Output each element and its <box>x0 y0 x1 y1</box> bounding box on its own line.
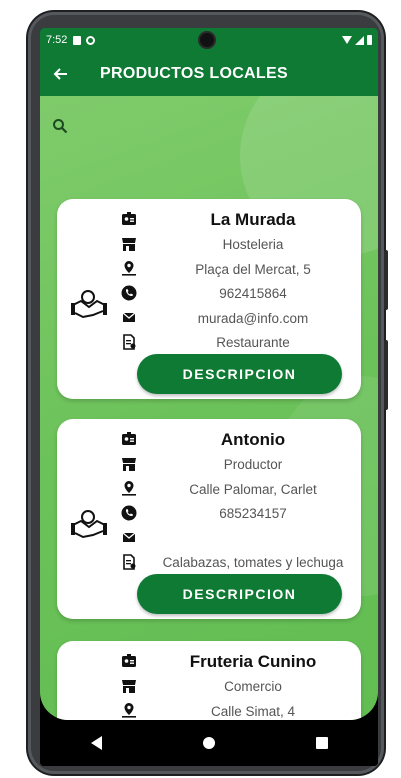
producer-address: Plaça del Mercat, 5 <box>195 261 311 277</box>
info-icons <box>121 431 139 578</box>
battery-icon <box>367 35 372 45</box>
producer-name: Antonio <box>220 430 286 449</box>
producer-phone: 962415864 <box>219 286 287 301</box>
handshake-money-icon <box>71 290 107 319</box>
producer-address: Calle Palomar, Carlet <box>189 481 317 497</box>
store-icon <box>122 679 136 693</box>
email-icon <box>122 312 136 322</box>
product-list[interactable]: La Murada Hosteleria Plaça del Mercat, 5… <box>40 96 378 720</box>
handshake-money-icon <box>71 510 107 539</box>
producer-type: Productor <box>223 457 283 472</box>
location-pin-icon <box>122 481 136 496</box>
info-icons <box>121 653 139 720</box>
document-icon <box>123 333 136 350</box>
producer-email <box>153 527 353 552</box>
store-icon <box>122 457 136 471</box>
producer-address: Calle Simat, 4 <box>210 703 296 719</box>
producer-type: Hosteleria <box>222 237 284 252</box>
producer-card: Antonio Productor Calle Palomar, Carlet … <box>57 419 361 619</box>
search-icon[interactable] <box>52 118 68 134</box>
signal-icon <box>355 35 364 45</box>
navigation-bar <box>40 720 378 766</box>
id-card-icon <box>122 212 136 225</box>
page-title: PRODUCTOS LOCALES <box>100 65 288 82</box>
nav-recents-icon[interactable] <box>315 737 328 749</box>
email-icon <box>122 532 136 542</box>
producer-products: Restaurante <box>216 335 290 350</box>
status-time: 7:52 <box>46 34 68 46</box>
phone-icon <box>121 505 137 520</box>
status-indicators <box>342 35 372 45</box>
nav-home-icon[interactable] <box>202 737 215 749</box>
back-arrow-icon[interactable] <box>40 52 80 96</box>
nav-back-icon[interactable] <box>90 736 102 750</box>
sd-card-icon <box>73 35 82 45</box>
phone-icon <box>121 285 137 300</box>
producer-info: La Murada Hosteleria Plaça del Mercat, 5… <box>153 207 353 356</box>
producer-email: murada@info.com <box>197 310 309 326</box>
description-button[interactable]: DESCRIPCION <box>137 574 342 614</box>
document-icon <box>123 553 136 570</box>
producer-name: La Murada <box>210 210 296 229</box>
camera-notch <box>200 33 214 47</box>
producer-name: Fruteria Cunino <box>189 652 317 671</box>
description-button[interactable]: DESCRIPCION <box>137 354 342 394</box>
app-bar: PRODUCTOS LOCALES <box>40 52 378 96</box>
producer-info: Fruteria Cunino Comercio Calle Simat, 4 … <box>153 649 353 720</box>
volume-button <box>384 250 388 310</box>
screen: 7:52 PRODUCTOS LOCALES La Murada Hostele… <box>40 28 378 766</box>
power-button <box>384 340 388 410</box>
id-card-icon <box>122 654 136 667</box>
info-icons <box>121 211 139 358</box>
producer-card: Fruteria Cunino Comercio Calle Simat, 4 … <box>57 641 361 720</box>
producer-type: Comercio <box>224 679 282 694</box>
location-pin-icon <box>122 703 136 718</box>
producer-info: Antonio Productor Calle Palomar, Carlet … <box>153 427 353 576</box>
producer-products: Calabazas, tomates y lechuga <box>162 555 344 570</box>
location-pin-icon <box>122 261 136 276</box>
store-icon <box>122 237 136 251</box>
producer-card: La Murada Hosteleria Plaça del Mercat, 5… <box>57 199 361 399</box>
wifi-icon <box>342 36 352 44</box>
producer-phone: 685234157 <box>219 506 287 521</box>
id-card-icon <box>122 432 136 445</box>
sync-icon <box>86 35 96 45</box>
